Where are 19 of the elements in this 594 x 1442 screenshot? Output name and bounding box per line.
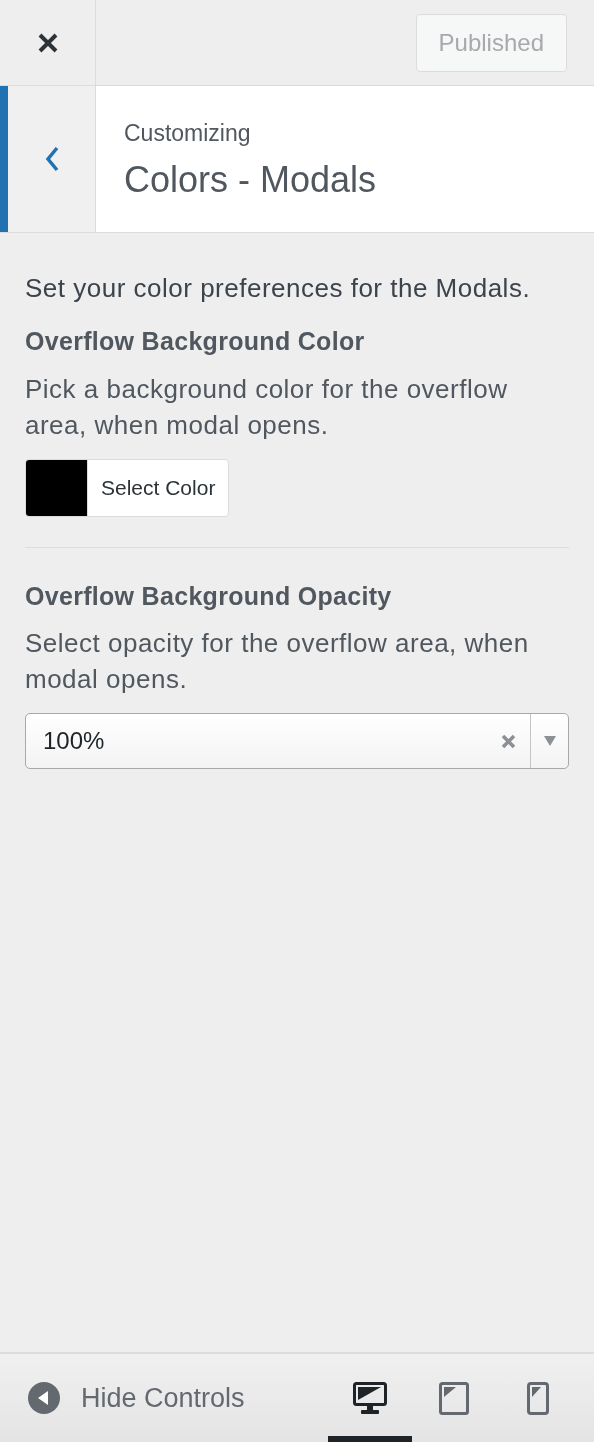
breadcrumb: Customizing (124, 119, 252, 149)
clear-icon[interactable] (501, 733, 516, 749)
control-description: Pick a background color for the overflow area, when modal opens. (25, 372, 509, 442)
section-title: Colors - Modals (124, 157, 377, 202)
color-picker-button[interactable]: Select Color (25, 458, 230, 517)
mobile-icon (527, 1381, 549, 1415)
back-button[interactable] (0, 86, 96, 232)
control-label: Overflow Background Color (25, 326, 366, 357)
section-description: Set your color preferences for the Modals. (25, 273, 532, 303)
dropdown-arrow-icon[interactable] (543, 736, 556, 746)
tablet-icon (439, 1381, 469, 1415)
control-label: Overflow Background Opacity (25, 580, 393, 612)
collapse-icon (28, 1382, 60, 1414)
desktop-icon (353, 1381, 387, 1415)
opacity-select[interactable]: 100% (25, 713, 569, 769)
control-description: Select opacity for the overflow area, when modal opens. (25, 627, 530, 696)
close-icon (36, 31, 59, 54)
hide-controls-button[interactable]: Hide Controls (28, 1377, 245, 1419)
back-icon (44, 146, 59, 172)
